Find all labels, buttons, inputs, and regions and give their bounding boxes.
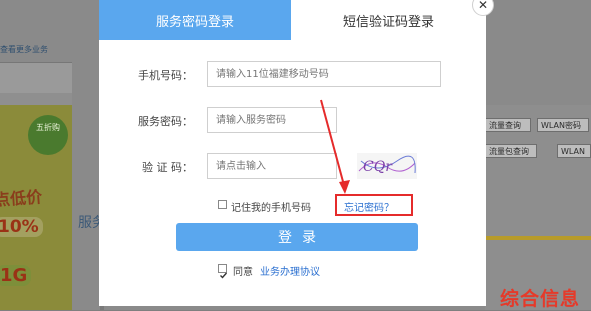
login-button[interactable]: 登录	[176, 223, 418, 251]
password-label: 服务密码：	[138, 115, 193, 128]
bg-left-panel-strip	[0, 93, 72, 105]
captcha-text: CQr	[363, 159, 393, 175]
bg-chip: 流量包查询	[485, 144, 537, 158]
tab-sms-login[interactable]: 短信验证码登录	[291, 0, 486, 40]
check-icon	[220, 272, 228, 279]
bg-promo-line2: 10%	[0, 217, 43, 237]
captcha-label: 验 证 码：	[142, 161, 193, 174]
bg-promo-line3: 1G	[0, 265, 32, 286]
bg-promo-badge: 五折购	[28, 115, 68, 155]
bg-more-services-link: 查看更多业务	[0, 45, 48, 54]
bg-left-panel	[0, 62, 72, 94]
phone-label: 手机号码：	[138, 69, 193, 82]
password-input[interactable]	[207, 107, 337, 133]
bg-chip: WLAN	[557, 144, 591, 158]
close-icon: ✕	[477, 0, 489, 12]
bg-promo-banner: 五折购 点低价 10% 1G	[0, 105, 72, 310]
remember-checkbox[interactable]	[218, 200, 227, 209]
remember-label: 记住我的手机号码	[231, 203, 311, 214]
bg-chip: WLAN密码	[537, 118, 589, 132]
agreement-link[interactable]: 业务办理协议	[260, 263, 320, 278]
watermark-logo: 综合信息	[500, 288, 581, 310]
login-modal: 服务密码登录 短信验证码登录 手机号码： 服务密码： 验 证 码： CQr 记住…	[99, 0, 486, 306]
forgot-password-link[interactable]: 忘记密码？	[344, 199, 394, 214]
bg-chip: 流量查询	[485, 118, 531, 132]
tab-password-login[interactable]: 服务密码登录	[99, 0, 291, 40]
phone-input[interactable]	[207, 61, 441, 87]
captcha-input[interactable]	[207, 153, 337, 179]
captcha-art: CQr	[358, 155, 416, 175]
agree-label: 同意	[233, 267, 253, 278]
captcha-image[interactable]: CQr	[357, 153, 417, 179]
bg-promo-line1: 点低价	[0, 187, 43, 210]
bg-accent-line	[485, 236, 591, 240]
agree-checkbox[interactable]	[218, 264, 228, 279]
bg-right-panel	[485, 105, 591, 310]
